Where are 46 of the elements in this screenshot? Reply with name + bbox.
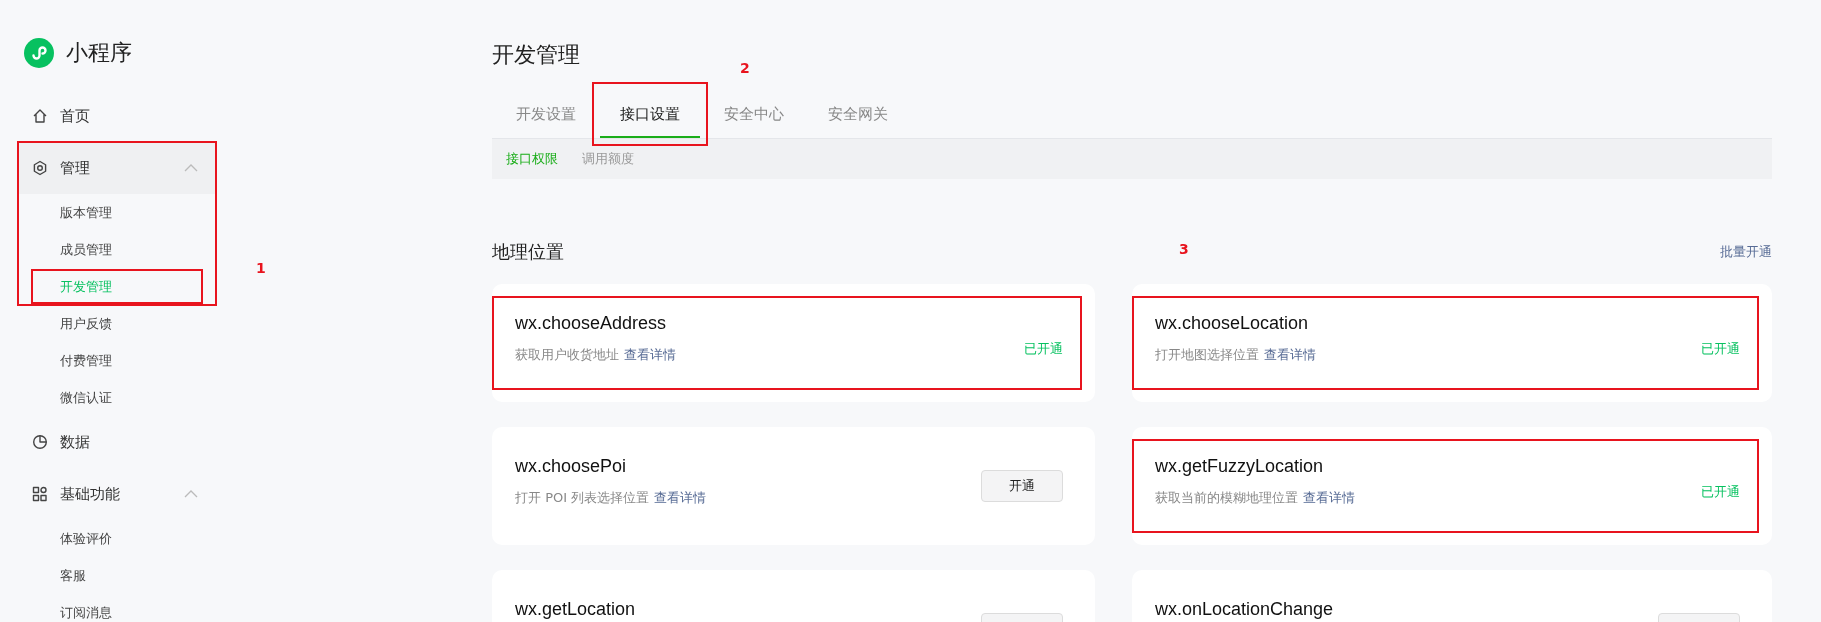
nav-subitem[interactable]: 微信认证 [18, 379, 216, 416]
status-text: 已开通 [1701, 483, 1740, 501]
annotation-number: 3 [1179, 241, 1189, 257]
home-icon [32, 108, 48, 124]
detail-link[interactable]: 查看详情 [654, 490, 707, 505]
batch-enable-link[interactable]: 批量开通 [1720, 243, 1772, 261]
logo-icon [24, 38, 54, 68]
chevron-up-icon [184, 164, 198, 172]
nav-subitem[interactable]: 成员管理 [18, 231, 216, 268]
annotation-number: 1 [256, 260, 266, 276]
api-name: wx.chooseAddress [515, 313, 668, 334]
nav-item[interactable]: 首页 [18, 90, 216, 142]
chevron-up-icon [184, 490, 198, 498]
nav-subitem[interactable]: 版本管理 [18, 194, 216, 231]
nav-subitem[interactable]: 体验评价 [18, 520, 216, 557]
settings-icon [32, 160, 48, 176]
api-description: 获取当前的模糊地理位置 [1155, 490, 1298, 505]
api-description: 获取用户收货地址 [515, 347, 619, 362]
page-title: 开发管理 [492, 41, 580, 69]
api-name: wx.getLocation [515, 599, 637, 620]
api-description: 打开地图选择位置 [1155, 347, 1259, 362]
nav-subitem[interactable]: 用户反馈 [18, 305, 216, 342]
api-name: wx.chooseLocation [1155, 313, 1310, 334]
pie-chart-icon [32, 434, 48, 450]
annotation-number: 2 [740, 60, 750, 76]
api-description: 打开 POI 列表选择位置 [515, 490, 650, 505]
enable-button[interactable]: 开通 [981, 470, 1063, 502]
nav-subitem[interactable]: 付费管理 [18, 342, 216, 379]
api-name: wx.choosePoi [515, 456, 628, 477]
nav-item[interactable]: 基础功能 [18, 468, 216, 520]
app-title: 小程序 [66, 39, 132, 67]
detail-link[interactable]: 查看详情 [624, 347, 676, 362]
detail-link[interactable]: 查看详情 [1264, 347, 1316, 362]
nav-subitem[interactable]: 客服 [18, 557, 216, 594]
grid-icon [32, 486, 48, 502]
tab[interactable]: 安全中心 [704, 94, 804, 136]
tab[interactable]: 安全网关 [808, 94, 908, 136]
detail-link[interactable]: 查看详情 [1303, 490, 1355, 505]
api-name: wx.onLocationChange [1155, 599, 1335, 620]
section-title: 地理位置 [492, 240, 564, 264]
nav-item[interactable]: 管理 [18, 142, 216, 194]
nav-subitem[interactable]: 订阅消息 [18, 594, 216, 622]
nav-item[interactable]: 数据 [18, 416, 216, 468]
status-text: 已开通 [1024, 340, 1063, 358]
api-name: wx.getFuzzyLocation [1155, 456, 1325, 477]
status-text: 已开通 [1701, 340, 1740, 358]
